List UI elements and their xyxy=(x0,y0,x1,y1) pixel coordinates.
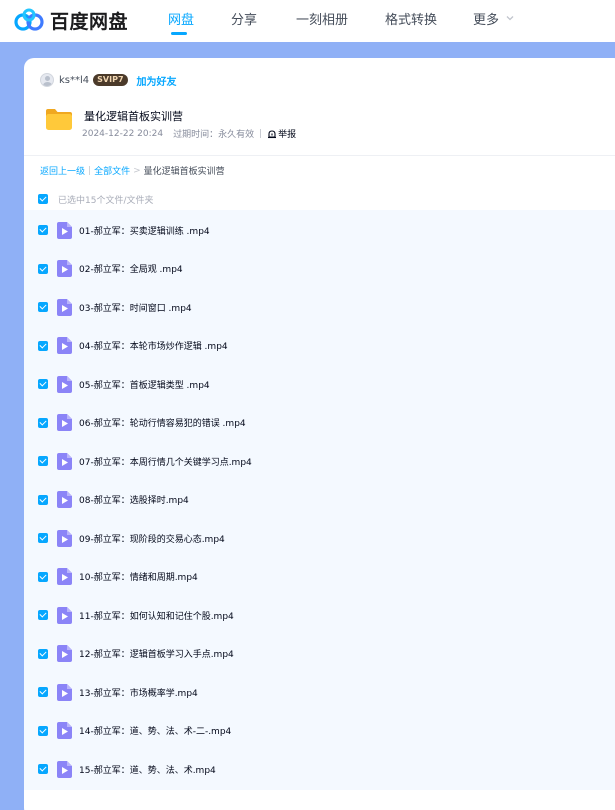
video-file-icon xyxy=(57,452,72,470)
nav-item-album[interactable]: 一刻相册 xyxy=(296,9,348,28)
file-name[interactable]: 13-郝立军：市场概率学.mp4 xyxy=(79,686,198,699)
video-file-icon xyxy=(57,568,72,585)
video-file-icon xyxy=(57,337,72,354)
header-divider xyxy=(24,155,615,156)
file-row[interactable]: 02-郝立军：全局观 .mp4 xyxy=(24,250,615,288)
file-checkbox[interactable] xyxy=(38,687,48,697)
file-row[interactable]: 11-郝立军：如何认知和记住个股.mp4 xyxy=(24,596,615,634)
file-checkbox[interactable] xyxy=(38,610,48,620)
add-friend-link[interactable]: 加为好友 xyxy=(137,73,177,88)
file-name[interactable]: 03-郝立军：时间窗口 .mp4 xyxy=(79,301,192,314)
expire-value: 永久有效 xyxy=(218,130,255,140)
breadcrumb-separator: | xyxy=(88,165,92,176)
file-checkbox[interactable] xyxy=(38,648,48,659)
file-row[interactable]: 14-郝立军：道、势、法、术-二-.mp4 xyxy=(24,712,615,750)
file-name[interactable]: 08-郝立军：选股择时.mp4 xyxy=(79,493,189,506)
file-checkbox[interactable] xyxy=(38,340,48,351)
file-checkbox[interactable] xyxy=(38,263,48,274)
breadcrumb-arrow: > xyxy=(133,165,141,176)
breadcrumb: 返回上一级 | 全部文件 > 量化逻辑首板实训营 xyxy=(40,164,225,178)
file-checkbox[interactable] xyxy=(38,225,48,235)
report-button[interactable]: 举报 xyxy=(267,127,296,140)
vip-badge: SVIP7 xyxy=(93,74,128,86)
video-file-icon xyxy=(57,722,72,739)
video-file-icon xyxy=(57,298,72,316)
nav-item-format-convert[interactable]: 格式转换 xyxy=(385,9,437,28)
video-file-icon xyxy=(57,606,72,624)
file-row[interactable]: 15-郝立军：道、势、法、术.mp4 xyxy=(24,750,615,788)
nav-item-share[interactable]: 分享 xyxy=(231,9,257,28)
file-row[interactable]: 07-郝立军：本周行情几个关键学习点.mp4 xyxy=(24,442,615,480)
file-checkbox[interactable] xyxy=(38,302,48,312)
logo[interactable]: 百度网盘 xyxy=(14,6,128,34)
video-file-icon xyxy=(57,221,72,239)
select-all-row: 已选中15个文件/文件夹 xyxy=(38,192,154,206)
video-file-icon xyxy=(57,760,72,778)
selection-count: 已选中15个文件/文件夹 xyxy=(58,195,154,206)
file-name[interactable]: 14-郝立军：道、势、法、术-二-.mp4 xyxy=(79,724,231,737)
video-file-icon xyxy=(57,529,72,547)
file-name[interactable]: 09-郝立军：现阶段的交易心态.mp4 xyxy=(79,532,225,545)
file-row[interactable]: 12-郝立军：逻辑首板学习入手点.mp4 xyxy=(24,635,615,673)
breadcrumb-current: 量化逻辑首板实训营 xyxy=(143,167,225,177)
top-nav-bar: 百度网盘 网盘 分享 一刻相册 格式转换 更多 xyxy=(0,0,615,42)
file-name[interactable]: 10-郝立军：情绪和周期.mp4 xyxy=(79,570,198,583)
active-nav-indicator xyxy=(171,32,187,35)
file-row[interactable]: 13-郝立军：市场概率学.mp4 xyxy=(24,673,615,711)
sharer-info: ks**l4 SVIP7 加为好友 xyxy=(40,72,177,88)
file-name[interactable]: 05-郝立军：首板逻辑类型 .mp4 xyxy=(79,378,210,391)
folder-icon xyxy=(46,109,72,130)
chevron-down-icon[interactable] xyxy=(506,14,514,22)
report-icon xyxy=(268,129,277,138)
file-row[interactable]: 06-郝立军：轮动行情容易犯的错误 .mp4 xyxy=(24,404,615,442)
file-checkbox[interactable] xyxy=(38,725,48,736)
file-row[interactable]: 01-郝立军：买卖逻辑训练 .mp4 xyxy=(24,211,615,249)
file-name[interactable]: 04-郝立军：本轮市场炒作逻辑 .mp4 xyxy=(79,339,228,352)
expire-label: 过期时间： xyxy=(173,130,219,140)
video-file-icon xyxy=(57,683,72,701)
file-row[interactable]: 05-郝立军：首板逻辑类型 .mp4 xyxy=(24,365,615,403)
file-checkbox[interactable] xyxy=(38,764,48,774)
username: ks**l4 xyxy=(59,74,90,86)
share-date: 2024-12-22 20:24 xyxy=(82,128,164,139)
file-row[interactable]: 09-郝立军：现阶段的交易心态.mp4 xyxy=(24,519,615,557)
file-checkbox[interactable] xyxy=(38,417,48,428)
share-card: ks**l4 SVIP7 加为好友 量化逻辑首板实训营 2024-12-22 2… xyxy=(24,58,615,810)
video-file-icon xyxy=(57,375,72,393)
nav-item-netdisk[interactable]: 网盘 xyxy=(168,9,194,28)
file-checkbox[interactable] xyxy=(38,533,48,543)
file-checkbox[interactable] xyxy=(38,456,48,466)
file-row[interactable]: 08-郝立军：选股择时.mp4 xyxy=(24,481,615,519)
file-name[interactable]: 11-郝立军：如何认知和记住个股.mp4 xyxy=(79,609,234,622)
breadcrumb-all-files[interactable]: 全部文件 xyxy=(94,164,130,177)
nav-item-more[interactable]: 更多 xyxy=(473,9,499,28)
video-file-icon xyxy=(57,260,72,277)
file-checkbox[interactable] xyxy=(38,571,48,582)
logo-text: 百度网盘 xyxy=(50,10,129,33)
file-checkbox[interactable] xyxy=(38,379,48,389)
select-all-checkbox[interactable] xyxy=(38,194,48,204)
file-row[interactable]: 03-郝立军：时间窗口 .mp4 xyxy=(24,288,615,326)
file-name[interactable]: 15-郝立军：道、势、法、术.mp4 xyxy=(79,763,216,776)
meta-divider xyxy=(260,129,262,138)
file-list: 01-郝立军：买卖逻辑训练 .mp4 02-郝立军：全局观 .mp4 03-郝立军：… xyxy=(24,210,615,790)
share-meta: 2024-12-22 20:24 过期时间： 永久有效 举报 xyxy=(82,127,296,141)
file-row[interactable]: 04-郝立军：本轮市场炒作逻辑 .mp4 xyxy=(24,327,615,365)
file-name[interactable]: 01-郝立军：买卖逻辑训练 .mp4 xyxy=(79,224,210,237)
file-name[interactable]: 12-郝立军：逻辑首板学习入手点.mp4 xyxy=(79,647,234,660)
video-file-icon xyxy=(57,645,72,662)
file-name[interactable]: 07-郝立军：本周行情几个关键学习点.mp4 xyxy=(79,455,252,468)
file-name[interactable]: 02-郝立军：全局观 .mp4 xyxy=(79,262,183,275)
breadcrumb-back[interactable]: 返回上一级 xyxy=(40,164,85,177)
video-file-icon xyxy=(57,414,72,431)
report-label: 举报 xyxy=(278,130,297,140)
file-row[interactable]: 10-郝立军：情绪和周期.mp4 xyxy=(24,558,615,596)
file-checkbox[interactable] xyxy=(38,494,48,505)
video-file-icon xyxy=(57,491,72,508)
share-title: 量化逻辑首板实训营 xyxy=(84,110,183,123)
file-name[interactable]: 06-郝立军：轮动行情容易犯的错误 .mp4 xyxy=(79,416,246,429)
baidu-netdisk-logo-icon xyxy=(14,8,44,31)
avatar[interactable] xyxy=(40,73,54,87)
